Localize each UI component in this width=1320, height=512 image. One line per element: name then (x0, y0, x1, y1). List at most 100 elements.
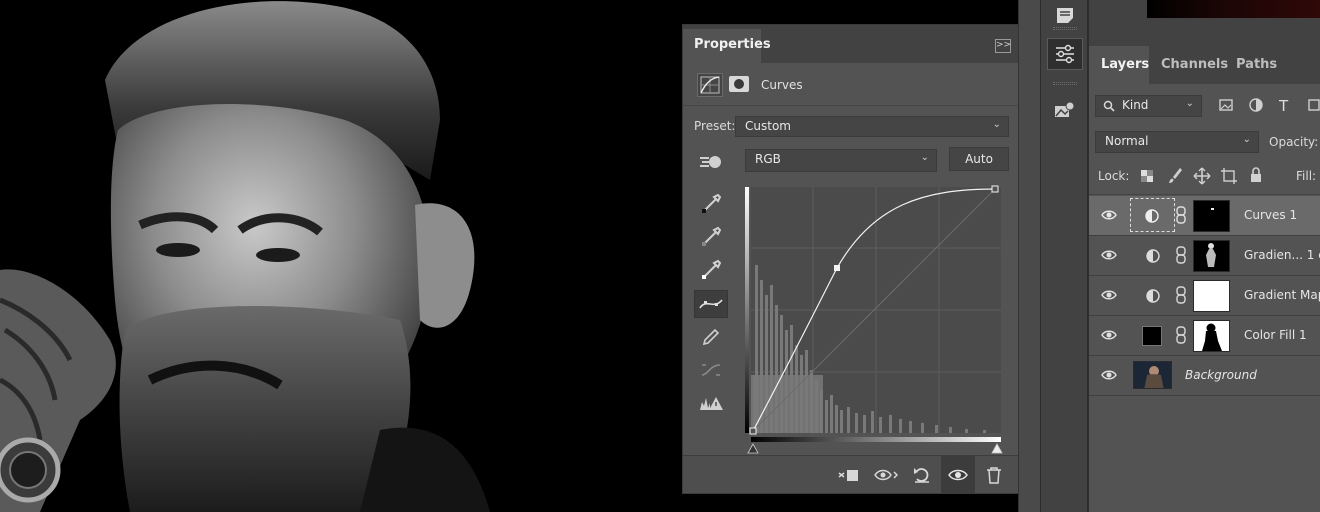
layer-name[interactable]: Color Fill 1 (1244, 328, 1307, 342)
layer-name[interactable]: Gradient Map (1244, 288, 1320, 302)
smooth-curve-tool[interactable] (694, 356, 728, 384)
pencil-icon (702, 328, 720, 346)
white-slider-handle[interactable] (991, 443, 1003, 454)
layer-row-color-fill-1[interactable]: Color Fill 1 (1089, 316, 1320, 356)
lock-image-pixels-icon[interactable] (1167, 167, 1183, 185)
black-point-eyedropper[interactable] (694, 189, 728, 217)
preset-select[interactable]: Custom ⌄ (735, 116, 1009, 137)
layer-filter-select[interactable]: Kind ⌄ (1095, 95, 1202, 117)
document-canvas[interactable] (0, 0, 682, 512)
curve-point[interactable] (749, 427, 757, 435)
tab-paths[interactable]: Paths (1236, 46, 1277, 84)
blend-mode-select[interactable]: Normal ⌄ (1095, 131, 1259, 153)
auto-button[interactable]: Auto (949, 147, 1009, 171)
black-slider-handle[interactable] (747, 443, 759, 454)
adjustment-layer-filter-icon[interactable] (1249, 98, 1263, 112)
tab-properties[interactable]: Properties (683, 29, 771, 63)
layer-name[interactable]: Gradien... 1 c (1244, 248, 1320, 262)
eye-icon[interactable] (1101, 249, 1117, 261)
channel-value: RGB (755, 152, 781, 166)
layer-row-curves-1[interactable]: Curves 1 (1089, 196, 1320, 236)
curves-adjustment-icon[interactable] (697, 73, 723, 97)
link-chain-icon[interactable] (1176, 246, 1186, 264)
delete-adjustment-button[interactable] (977, 456, 1011, 493)
toggle-visibility-button[interactable] (941, 456, 975, 493)
layer-row-background[interactable]: Background (1089, 356, 1320, 396)
link-chain-icon[interactable] (1176, 206, 1186, 224)
properties-tabbar: Properties >> (683, 25, 1037, 63)
curve-point[interactable] (991, 185, 999, 193)
layer-name[interactable]: Curves 1 (1244, 208, 1297, 222)
gray-point-eyedropper[interactable] (694, 222, 728, 250)
layer-mask-thumbnail[interactable] (1193, 320, 1230, 352)
layer-row-gradient-map[interactable]: Gradient Map (1089, 276, 1320, 316)
view-previous-state-button[interactable] (869, 456, 903, 493)
input-gradient-bar (751, 437, 1001, 442)
eyedropper-black-icon (702, 193, 721, 213)
lock-artboard-icon[interactable] (1220, 167, 1238, 185)
reset-adjustment-button[interactable] (905, 456, 939, 493)
adjustment-layer-icon (1145, 209, 1159, 223)
trash-icon (987, 466, 1001, 484)
shape-layer-filter-icon[interactable] (1307, 98, 1320, 112)
tab-layers[interactable]: Layers (1089, 46, 1149, 84)
header-divider (683, 105, 1037, 106)
lock-position-icon[interactable] (1193, 167, 1211, 185)
clip-to-layer-button[interactable] (831, 456, 865, 493)
chevron-down-icon: ⌄ (1185, 98, 1194, 109)
eye-icon[interactable] (1101, 369, 1117, 381)
draw-pencil-tool[interactable] (694, 323, 728, 351)
properties-panel-button[interactable] (1047, 38, 1083, 70)
color-panel-strip (1089, 0, 1320, 46)
clipping-warning-tool[interactable] (694, 389, 728, 417)
edit-points-tool[interactable] (694, 290, 728, 318)
libraries-panel-button[interactable] (1047, 94, 1083, 126)
collapsed-panel-dock (1040, 0, 1088, 512)
chevron-down-icon: ⌄ (920, 152, 929, 163)
properties-panel: Properties >> Curves Preset: Custom ⌄ RG… (682, 24, 1038, 494)
white-point-eyedropper[interactable] (694, 255, 728, 283)
background-layer-thumbnail[interactable] (1133, 361, 1172, 389)
reset-icon (914, 467, 929, 483)
layer-mask-thumbnail[interactable] (1193, 240, 1230, 272)
layer-mask-thumbnail[interactable] (1193, 280, 1230, 312)
lock-transparent-icon[interactable] (1140, 169, 1154, 183)
eye-previous-icon (874, 469, 898, 480)
layer-name[interactable]: Background (1185, 368, 1257, 382)
curves-graph[interactable] (743, 185, 1005, 457)
eye-icon (948, 469, 968, 480)
properties-bottom-bar (683, 455, 1037, 493)
curve-point[interactable] (834, 265, 840, 271)
search-icon (1103, 100, 1115, 112)
dock-grip[interactable] (1053, 82, 1077, 85)
eye-icon[interactable] (1101, 289, 1117, 301)
fill-label: Fill: (1296, 169, 1317, 183)
link-chain-icon[interactable] (1176, 326, 1186, 344)
lock-all-icon[interactable] (1249, 167, 1263, 183)
adjustment-type-label: Curves (761, 78, 803, 92)
layer-row-gradient-map-copy[interactable]: Gradien... 1 c (1089, 236, 1320, 276)
dock-grip[interactable] (1053, 27, 1077, 30)
blend-mode-value: Normal (1105, 134, 1149, 148)
eyedropper-white-icon (702, 259, 721, 279)
eye-icon[interactable] (1101, 329, 1117, 341)
filter-kind-value: Kind (1122, 98, 1149, 112)
on-image-adjust-tool[interactable] (694, 148, 728, 176)
pixel-layer-filter-icon[interactable] (1219, 99, 1233, 111)
channel-select[interactable]: RGB ⌄ (745, 149, 937, 172)
layer-thumbnail-frame[interactable] (1130, 198, 1175, 232)
layer-mask-thumbnail[interactable] (1193, 200, 1230, 232)
collapse-panel-button[interactable]: >> (995, 39, 1011, 53)
color-swatch-strip[interactable] (1147, 0, 1320, 18)
smooth-icon (701, 364, 721, 376)
fill-color-swatch[interactable] (1142, 326, 1162, 346)
curve-points-icon (699, 299, 723, 309)
tab-channels[interactable]: Channels (1161, 46, 1228, 84)
hand-target-icon (700, 156, 721, 168)
sliders-icon (1056, 44, 1074, 64)
layer-mask-icon[interactable] (727, 73, 753, 97)
type-layer-filter-icon[interactable]: T (1279, 97, 1288, 115)
panel-dock-separator (1018, 0, 1040, 512)
eye-icon[interactable] (1101, 209, 1117, 221)
link-chain-icon[interactable] (1176, 286, 1186, 304)
